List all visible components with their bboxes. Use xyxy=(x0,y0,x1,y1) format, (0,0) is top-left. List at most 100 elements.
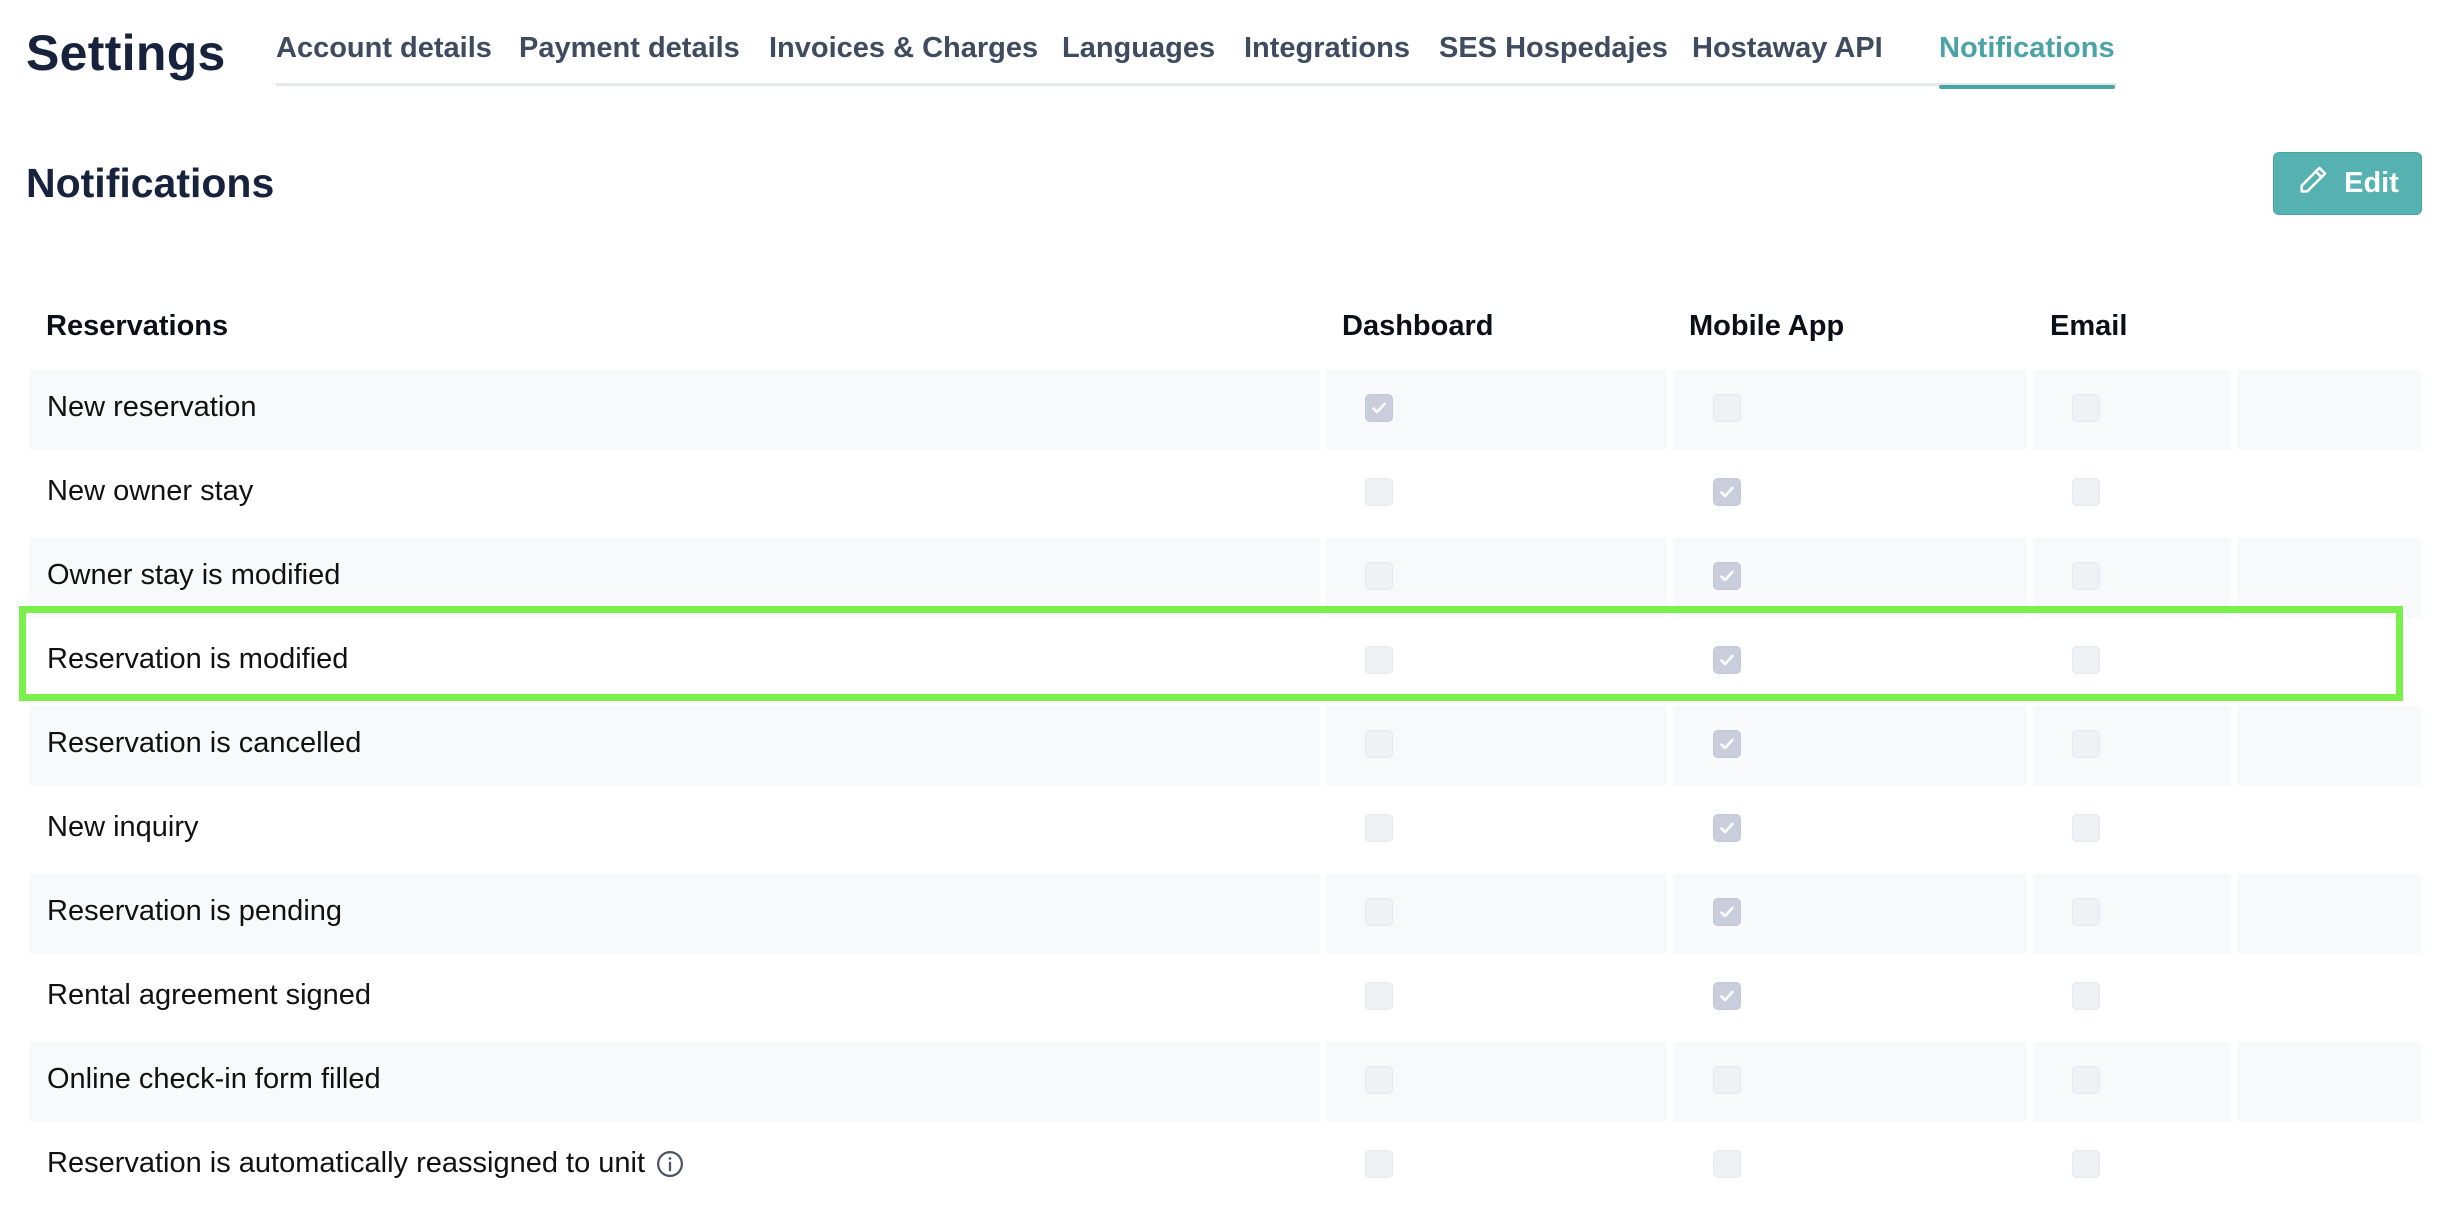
row-label: Reservation is pending xyxy=(47,895,342,928)
row-label-text: Reservation is cancelled xyxy=(47,727,362,759)
row-label: Owner stay is modified xyxy=(47,559,340,592)
dashboard-checkbox[interactable] xyxy=(1365,730,1393,758)
email-checkbox[interactable] xyxy=(2072,478,2100,506)
dashboard-checkbox[interactable] xyxy=(1365,478,1393,506)
table-row: New inquiry xyxy=(29,788,2421,872)
row-label-text: Reservation is pending xyxy=(47,895,343,927)
dashboard-checkbox[interactable] xyxy=(1365,982,1393,1010)
extra-cell xyxy=(2237,370,2421,450)
extra-cell xyxy=(2237,1126,2421,1206)
mobile-app-checkbox[interactable] xyxy=(1713,898,1741,926)
edit-button-label: Edit xyxy=(2344,167,2399,199)
notifications-table: Reservations Dashboard Mobile App Email … xyxy=(29,290,2421,1206)
email-cell xyxy=(2033,790,2231,870)
mobile-app-checkbox[interactable] xyxy=(1713,1066,1741,1094)
email-cell xyxy=(2033,1126,2231,1206)
edit-button[interactable]: Edit xyxy=(2273,152,2422,215)
table-body: New reservation New owner stay Owner stay … xyxy=(29,368,2421,1206)
extra-cell xyxy=(2237,538,2421,618)
email-checkbox[interactable] xyxy=(2072,646,2100,674)
mobile-app-checkbox[interactable] xyxy=(1713,562,1741,590)
settings-page: Settings Account details Payment details… xyxy=(0,0,2438,1206)
tab-hostaway-api[interactable]: Hostaway API xyxy=(1692,32,1883,86)
table-row: Reservation is cancelled xyxy=(29,704,2421,788)
email-cell xyxy=(2033,454,2231,534)
email-cell xyxy=(2033,1042,2231,1122)
table-row: Reservation is automatically reassigned … xyxy=(29,1124,2421,1206)
email-checkbox[interactable] xyxy=(2072,1066,2100,1094)
row-label-text: New inquiry xyxy=(47,811,199,843)
email-checkbox[interactable] xyxy=(2072,1150,2100,1178)
row-label: New owner stay xyxy=(47,475,253,508)
email-cell xyxy=(2033,958,2231,1038)
email-cell xyxy=(2033,538,2231,618)
table-row: New reservation xyxy=(29,368,2421,452)
email-cell xyxy=(2033,874,2231,954)
mobile-app-checkbox[interactable] xyxy=(1713,646,1741,674)
mobile-app-checkbox[interactable] xyxy=(1713,478,1741,506)
row-label-text: New reservation xyxy=(47,391,257,423)
column-header-email: Email xyxy=(2050,310,2128,342)
dashboard-checkbox[interactable] xyxy=(1365,1150,1393,1178)
email-checkbox[interactable] xyxy=(2072,562,2100,590)
row-label-cell xyxy=(29,790,1320,870)
page-title: Settings xyxy=(26,25,226,81)
email-checkbox[interactable] xyxy=(2072,898,2100,926)
mobile-app-checkbox[interactable] xyxy=(1713,814,1741,842)
email-checkbox[interactable] xyxy=(2072,814,2100,842)
tab-notifications[interactable]: Notifications xyxy=(1939,32,2115,89)
dashboard-checkbox[interactable] xyxy=(1365,814,1393,842)
tab-payment-details[interactable]: Payment details xyxy=(519,32,740,86)
tab-integrations[interactable]: Integrations xyxy=(1244,32,1410,86)
check-icon xyxy=(1717,482,1737,502)
row-label: Online check-in form filled xyxy=(47,1063,381,1096)
tab-ses-hospedajes[interactable]: SES Hospedajes xyxy=(1439,32,1668,86)
mobile-app-checkbox[interactable] xyxy=(1713,1150,1741,1178)
table-row: Rental agreement signed xyxy=(29,956,2421,1040)
table-row: Owner stay is modified xyxy=(29,536,2421,620)
mobile-app-checkbox[interactable] xyxy=(1713,982,1741,1010)
check-icon xyxy=(1717,818,1737,838)
dashboard-checkbox[interactable] xyxy=(1365,898,1393,926)
tab-languages[interactable]: Languages xyxy=(1062,32,1215,86)
table-row: Online check-in form filled xyxy=(29,1040,2421,1124)
email-cell xyxy=(2033,622,2231,702)
dashboard-checkbox[interactable] xyxy=(1365,646,1393,674)
email-checkbox[interactable] xyxy=(2072,730,2100,758)
table-header: Reservations Dashboard Mobile App Email xyxy=(29,290,2421,368)
section-title: Notifications xyxy=(26,160,275,206)
email-cell xyxy=(2033,370,2231,450)
row-label: New reservation xyxy=(47,391,257,424)
dashboard-checkbox[interactable] xyxy=(1365,562,1393,590)
table-row: Reservation is modified xyxy=(29,620,2421,704)
header: Settings Account details Payment details… xyxy=(26,0,2426,90)
extra-cell xyxy=(2237,1042,2421,1122)
check-icon xyxy=(1717,902,1737,922)
email-checkbox[interactable] xyxy=(2072,982,2100,1010)
mobile-app-checkbox[interactable] xyxy=(1713,730,1741,758)
check-icon xyxy=(1717,566,1737,586)
row-label: Rental agreement signed xyxy=(47,979,371,1012)
email-checkbox[interactable] xyxy=(2072,394,2100,422)
row-label-text: Owner stay is modified xyxy=(47,559,341,591)
row-label: Reservation is cancelled xyxy=(47,727,361,760)
check-icon xyxy=(1369,398,1389,418)
dashboard-checkbox[interactable] xyxy=(1365,1066,1393,1094)
settings-tabs: Account details Payment details Invoices… xyxy=(276,0,2117,89)
tab-invoices-charges[interactable]: Invoices & Charges xyxy=(769,32,1038,86)
row-label-text: Online check-in form filled xyxy=(47,1063,381,1095)
row-label-text: New owner stay xyxy=(47,475,254,507)
tab-account-details[interactable]: Account details xyxy=(276,32,492,86)
row-label-text: Reservation is automatically reassigned … xyxy=(47,1147,646,1179)
mobile-app-checkbox[interactable] xyxy=(1713,394,1741,422)
extra-cell xyxy=(2237,790,2421,870)
extra-cell xyxy=(2237,958,2421,1038)
check-icon xyxy=(1717,986,1737,1006)
email-cell xyxy=(2033,706,2231,786)
table-row: New owner stay xyxy=(29,452,2421,536)
extra-cell xyxy=(2237,874,2421,954)
dashboard-checkbox[interactable] xyxy=(1365,394,1393,422)
check-icon xyxy=(1717,734,1737,754)
info-icon[interactable] xyxy=(655,1149,685,1179)
column-header-dashboard: Dashboard xyxy=(1342,310,1494,342)
